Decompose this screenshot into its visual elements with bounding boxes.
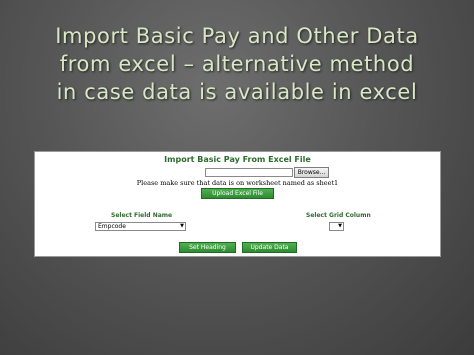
field-name-select[interactable]: Empcode ▼	[95, 222, 186, 231]
worksheet-note: Please make sure that data is on workshe…	[136, 179, 339, 187]
slide-title: Import Basic Pay and Other Data from exc…	[0, 22, 474, 106]
file-path-input[interactable]	[205, 168, 293, 177]
select-field-label: Select Field Name	[111, 212, 173, 219]
slide-title-line-2: from excel – alternative method	[59, 52, 415, 76]
dropdown-arrow-icon: ▼	[180, 223, 184, 229]
upload-excel-button[interactable]: Upload Excel File	[201, 188, 274, 199]
panel-title: Import Basic Pay From Excel File	[164, 155, 311, 164]
field-name-value: Empcode	[98, 223, 126, 230]
slide-title-line-3: in case data is available in excel	[56, 80, 418, 104]
select-grid-label: Select Grid Column	[306, 212, 371, 219]
browse-button[interactable]: Browse...	[294, 167, 329, 178]
dropdown-arrow-icon: ▼	[338, 223, 342, 229]
update-data-button[interactable]: Update Data	[242, 242, 297, 253]
set-heading-button[interactable]: Set Heading	[179, 242, 236, 253]
import-panel: Import Basic Pay From Excel File Browse.…	[34, 151, 441, 257]
grid-column-select[interactable]: ▼	[329, 222, 344, 231]
slide-title-line-1: Import Basic Pay and Other Data	[55, 24, 419, 48]
